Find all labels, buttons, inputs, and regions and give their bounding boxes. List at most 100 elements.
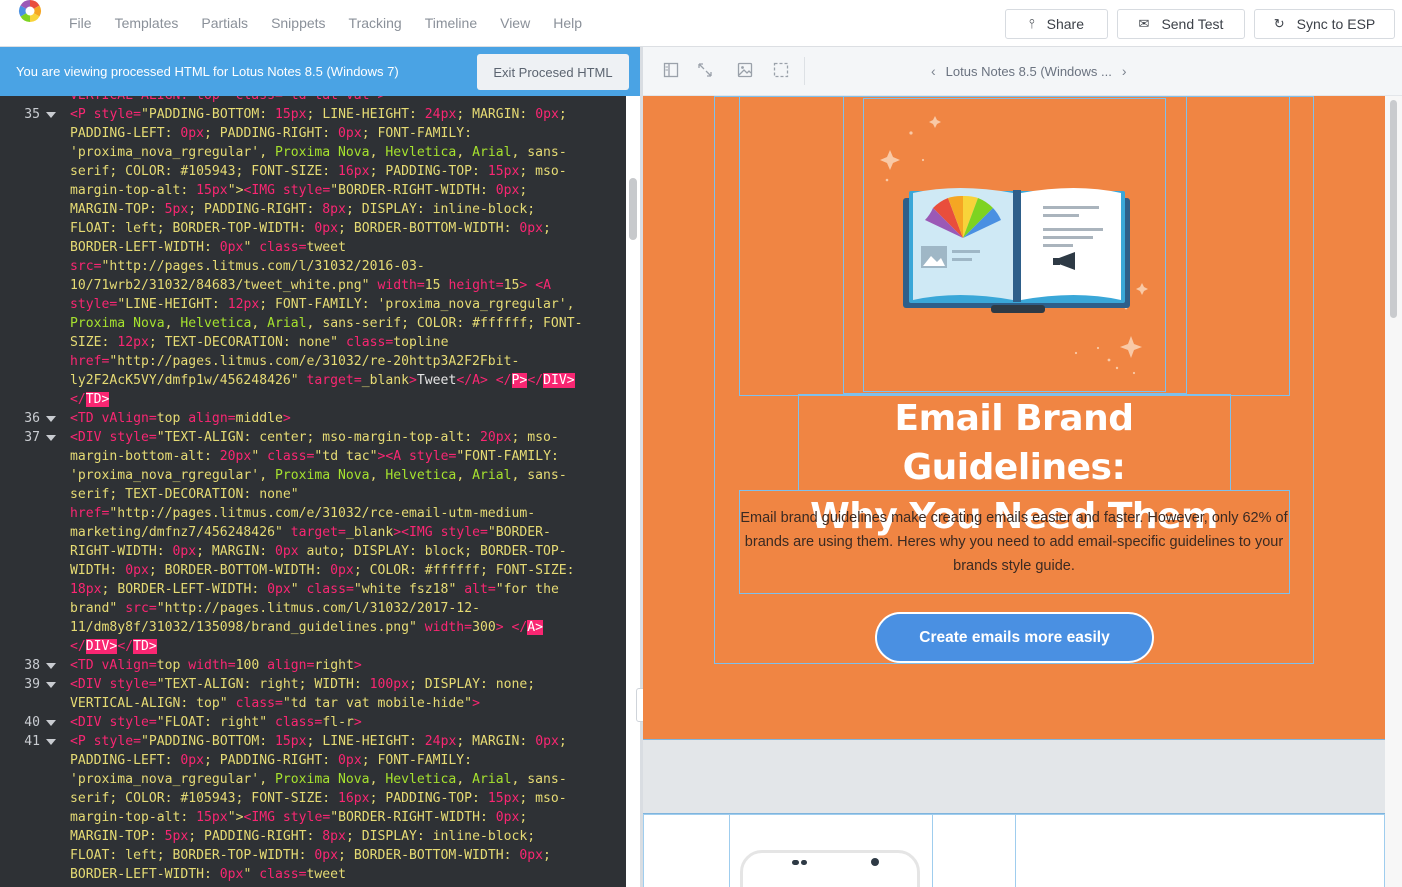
- share-icon: ⫯: [1028, 16, 1035, 31]
- code-line: src="http://pages.litmus.com/l/31032/201…: [0, 257, 626, 276]
- menu-tracking[interactable]: Tracking: [349, 15, 402, 31]
- code-text: <P style="PADDING-BOTTOM: 15px; LINE-HEI…: [70, 107, 567, 122]
- code-text: </DIV></TD>: [70, 639, 157, 654]
- code-text: FLOAT: left; BORDER-TOP-WIDTH: 0px; BORD…: [70, 848, 551, 863]
- processed-html-banner: You are viewing processed HTML for Lotus…: [0, 47, 640, 96]
- share-button[interactable]: ⫯ Share: [1005, 9, 1108, 39]
- menu-snippets[interactable]: Snippets: [271, 15, 325, 31]
- headline-line-1: Email Brand Guidelines:: [894, 398, 1135, 488]
- code-line: 39 <DIV style="TEXT-ALIGN: right; WIDTH: …: [0, 675, 626, 694]
- code-line: href="http://pages.litmus.com/e/31032/rc…: [0, 504, 626, 523]
- phone-speaker-2: [801, 860, 807, 865]
- code-line: </DIV></TD>: [0, 637, 626, 656]
- line-number: 39: [24, 677, 40, 692]
- chevron-right-icon[interactable]: ›: [1122, 63, 1127, 79]
- code-text: 'proxima_nova_rgregular', Proxima Nova, …: [70, 145, 567, 160]
- code-text: FLOAT: left; BORDER-TOP-WIDTH: 0px; BORD…: [70, 221, 551, 236]
- code-editor[interactable]: VERTICAL-ALIGN: top" class="td tat vat">…: [0, 96, 626, 887]
- send-test-button[interactable]: ✉ Send Test: [1117, 9, 1245, 39]
- code-line: style="LINE-HEIGHT: 12px; FONT-FAMILY: '…: [0, 295, 626, 314]
- sync-icon: ↻: [1273, 16, 1285, 31]
- code-line: serif; COLOR: #105943; FONT-SIZE: 16px; …: [0, 162, 626, 181]
- code-line: RIGHT-WIDTH: 0px; MARGIN: 0px auto; DISP…: [0, 542, 626, 561]
- code-text: <DIV style="FLOAT: right" class=fl-r>: [70, 715, 362, 730]
- code-text: PADDING-LEFT: 0px; PADDING-RIGHT: 0px; F…: [70, 753, 473, 768]
- code-text: WIDTH: 0px; BORDER-BOTTOM-WIDTH: 0px; CO…: [70, 563, 575, 578]
- fold-arrow-icon[interactable]: [46, 739, 56, 745]
- code-line: BORDER-LEFT-WIDTH: 0px" class=tweet: [0, 865, 626, 884]
- code-text: SIZE: 12px; TEXT-DECORATION: none" class…: [70, 335, 449, 350]
- processed-html-message: You are viewing processed HTML for Lotus…: [16, 64, 399, 79]
- menu-file[interactable]: File: [69, 15, 92, 31]
- code-text: VERTICAL-ALIGN: top" class="td tat vat">: [70, 96, 385, 105]
- code-line: MARGIN-TOP: 5px; PADDING-RIGHT: 8px; DIS…: [0, 200, 626, 219]
- device-name[interactable]: Lotus Notes 8.5 (Windows ...: [946, 64, 1112, 79]
- code-line: marketing/dmfnz7/456248426" target=_blan…: [0, 523, 626, 542]
- fold-arrow-icon[interactable]: [46, 720, 56, 726]
- phone-camera: [871, 858, 879, 866]
- code-text: href="http://pages.litmus.com/e/31032/re…: [70, 354, 520, 369]
- code-line: 11/dm8y8f/31032/135098/brand_guidelines.…: [0, 618, 626, 637]
- menu-templates[interactable]: Templates: [115, 15, 179, 31]
- code-text: BORDER-LEFT-WIDTH: 0px" class=tweet: [70, 867, 346, 882]
- code-line: SIZE: 12px; TEXT-DECORATION: none" class…: [0, 333, 626, 352]
- code-line: 36 <TD vAlign=top align=middle>: [0, 409, 626, 428]
- code-scrollbar[interactable]: [626, 96, 640, 887]
- code-line: VERTICAL-ALIGN: top" class="td tat vat">: [0, 96, 626, 105]
- code-text: margin-bottom-alt: 20px" class="td tac">…: [70, 449, 559, 464]
- code-text: <DIV style="TEXT-ALIGN: center; mso-marg…: [70, 430, 559, 445]
- code-line: VERTICAL-ALIGN: top" class="td tar vat m…: [0, 694, 626, 713]
- code-line: serif; TEXT-DECORATION: none": [0, 485, 626, 504]
- menu-help[interactable]: Help: [553, 15, 582, 31]
- code-text: serif; COLOR: #105943; FONT-SIZE: 16px; …: [70, 164, 567, 179]
- code-text: MARGIN-TOP: 5px; PADDING-RIGHT: 8px; DIS…: [70, 829, 536, 844]
- preview-toolbar: ‹ Lotus Notes 8.5 (Windows ... ›: [643, 47, 1402, 96]
- code-text: serif; TEXT-DECORATION: none": [70, 487, 299, 502]
- image-toggle-icon[interactable]: [736, 62, 754, 80]
- menu-view[interactable]: View: [500, 15, 530, 31]
- toolbar-separator: [804, 57, 805, 85]
- code-scrollbar-thumb[interactable]: [629, 178, 637, 240]
- menu-partials[interactable]: Partials: [201, 15, 248, 31]
- select-area-icon[interactable]: [772, 62, 790, 80]
- fold-arrow-icon[interactable]: [46, 112, 56, 118]
- code-line: serif; COLOR: #105943; FONT-SIZE: 16px; …: [0, 789, 626, 808]
- code-line: </TD>: [0, 390, 626, 409]
- code-text: <TD vAlign=top align=middle>: [70, 411, 291, 426]
- expand-icon[interactable]: [696, 62, 714, 80]
- share-label: Share: [1046, 16, 1084, 32]
- code-text: MARGIN-TOP: 5px; PADDING-RIGHT: 8px; DIS…: [70, 202, 536, 217]
- chevron-left-icon[interactable]: ‹: [931, 63, 936, 79]
- litmus-logo-icon: [19, 0, 41, 22]
- code-line: ly2F2AcK5VY/dmfp1w/456248426" target=_bl…: [0, 371, 626, 390]
- code-text: brand" src="http://pages.litmus.com/l/31…: [70, 601, 480, 616]
- code-line: FLOAT: left; BORDER-TOP-WIDTH: 0px; BORD…: [0, 846, 626, 865]
- fold-arrow-icon[interactable]: [46, 663, 56, 669]
- brand-guidelines-book-illustration: [880, 116, 1148, 375]
- preview-scrollbar-thumb[interactable]: [1390, 100, 1397, 318]
- code-text: RIGHT-WIDTH: 0px; MARGIN: 0px auto; DISP…: [70, 544, 567, 559]
- code-line: 10/71wrb2/31032/84683/tweet_white.png" w…: [0, 276, 626, 295]
- code-text: href="http://pages.litmus.com/e/31032/rc…: [70, 506, 536, 521]
- code-text: marketing/dmfnz7/456248426" target=_blan…: [70, 525, 551, 540]
- email-hero-section: Email Brand Guidelines: Why You Need The…: [643, 96, 1385, 739]
- email-preview: Email Brand Guidelines: Why You Need The…: [643, 96, 1402, 887]
- code-text: <DIV style="TEXT-ALIGN: right; WIDTH: 10…: [70, 677, 536, 692]
- code-line: margin-top-alt: 15px"><IMG style="BORDER…: [0, 808, 626, 827]
- code-text: style="LINE-HEIGHT: 12px; FONT-FAMILY: '…: [70, 297, 575, 312]
- exit-processed-html-button[interactable]: Exit Procesed HTML: [477, 54, 629, 90]
- line-number: 38: [24, 658, 40, 673]
- fold-arrow-icon[interactable]: [46, 416, 56, 422]
- split-view-icon[interactable]: [662, 62, 680, 80]
- fold-arrow-icon[interactable]: [46, 682, 56, 688]
- line-number: 41: [24, 734, 40, 749]
- menu-timeline[interactable]: Timeline: [425, 15, 477, 31]
- code-text: ly2F2AcK5VY/dmfp1w/456248426" target=_bl…: [70, 373, 575, 388]
- phone-speaker: [792, 860, 799, 865]
- sync-to-esp-button[interactable]: ↻ Sync to ESP: [1254, 9, 1395, 39]
- email-spacer-section: [643, 739, 1385, 814]
- preview-scrollbar[interactable]: [1385, 96, 1402, 887]
- line-number: 37: [24, 430, 40, 445]
- create-emails-cta-button[interactable]: Create emails more easily: [875, 612, 1154, 663]
- fold-arrow-icon[interactable]: [46, 435, 56, 441]
